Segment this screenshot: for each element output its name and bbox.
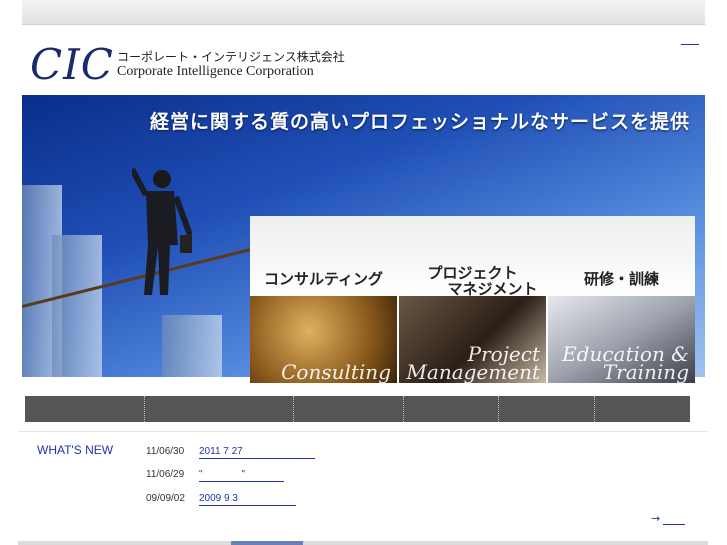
more-link[interactable] <box>663 524 685 525</box>
service-consulting[interactable]: コンサルティング Consulting <box>250 216 397 383</box>
header-link[interactable] <box>681 34 699 45</box>
services-panel: コンサルティング Consulting プロジェクト マネジメント Projec… <box>250 216 695 383</box>
more-arrow-icon[interactable]: → <box>651 512 660 525</box>
service-script-text: Education & Training <box>562 342 689 384</box>
service-script-text: Project Management <box>406 342 540 384</box>
building-graphic <box>52 235 102 377</box>
company-name-en: Corporate Intelligence Corporation <box>117 64 314 79</box>
footer-accent <box>231 541 303 545</box>
service-label: コンサルティング <box>263 270 384 288</box>
businessman-illustration <box>132 167 192 295</box>
top-divider <box>22 24 705 25</box>
service-education-training[interactable]: 研修・訓練 Education & Training <box>548 216 695 383</box>
top-bar <box>22 0 705 24</box>
nav-item[interactable] <box>294 396 404 422</box>
service-script-text: Consulting <box>281 360 391 384</box>
news-date: 09/09/02 <box>146 493 185 504</box>
news-item: 11/06/30 2011 7 27 <box>146 446 315 459</box>
nav-item[interactable] <box>499 396 595 422</box>
service-label: 研修・訓練 <box>583 270 659 288</box>
cic-logo[interactable]: CIC <box>30 40 114 89</box>
news-item: 11/06/29 " " <box>146 469 284 482</box>
service-project-management[interactable]: プロジェクト マネジメント Project Management <box>399 216 546 383</box>
news-item: 09/09/02 2009 9 3 <box>146 493 297 506</box>
section-divider <box>18 431 708 432</box>
footer-bar <box>18 541 708 545</box>
news-date: 11/06/29 <box>146 469 185 480</box>
hero-tagline: 経営に関する質の高いプロフェッショナルなサービスを提供 <box>150 111 691 133</box>
nav-item[interactable] <box>595 396 690 422</box>
news-link[interactable]: " " <box>199 469 284 482</box>
main-nav-bar <box>25 396 690 422</box>
building-graphic <box>162 315 222 377</box>
company-name-jp: コーポレート・インテリジェンス株式会社 <box>117 50 345 64</box>
news-link[interactable]: 2009 9 3 <box>199 493 297 506</box>
nav-item[interactable] <box>404 396 499 422</box>
news-date: 11/06/30 <box>146 446 185 457</box>
nav-item[interactable] <box>145 396 294 422</box>
whats-new-heading: WHAT'S NEW <box>37 443 114 457</box>
nav-item[interactable] <box>25 396 145 422</box>
news-link[interactable]: 2011 7 27 <box>199 446 315 459</box>
